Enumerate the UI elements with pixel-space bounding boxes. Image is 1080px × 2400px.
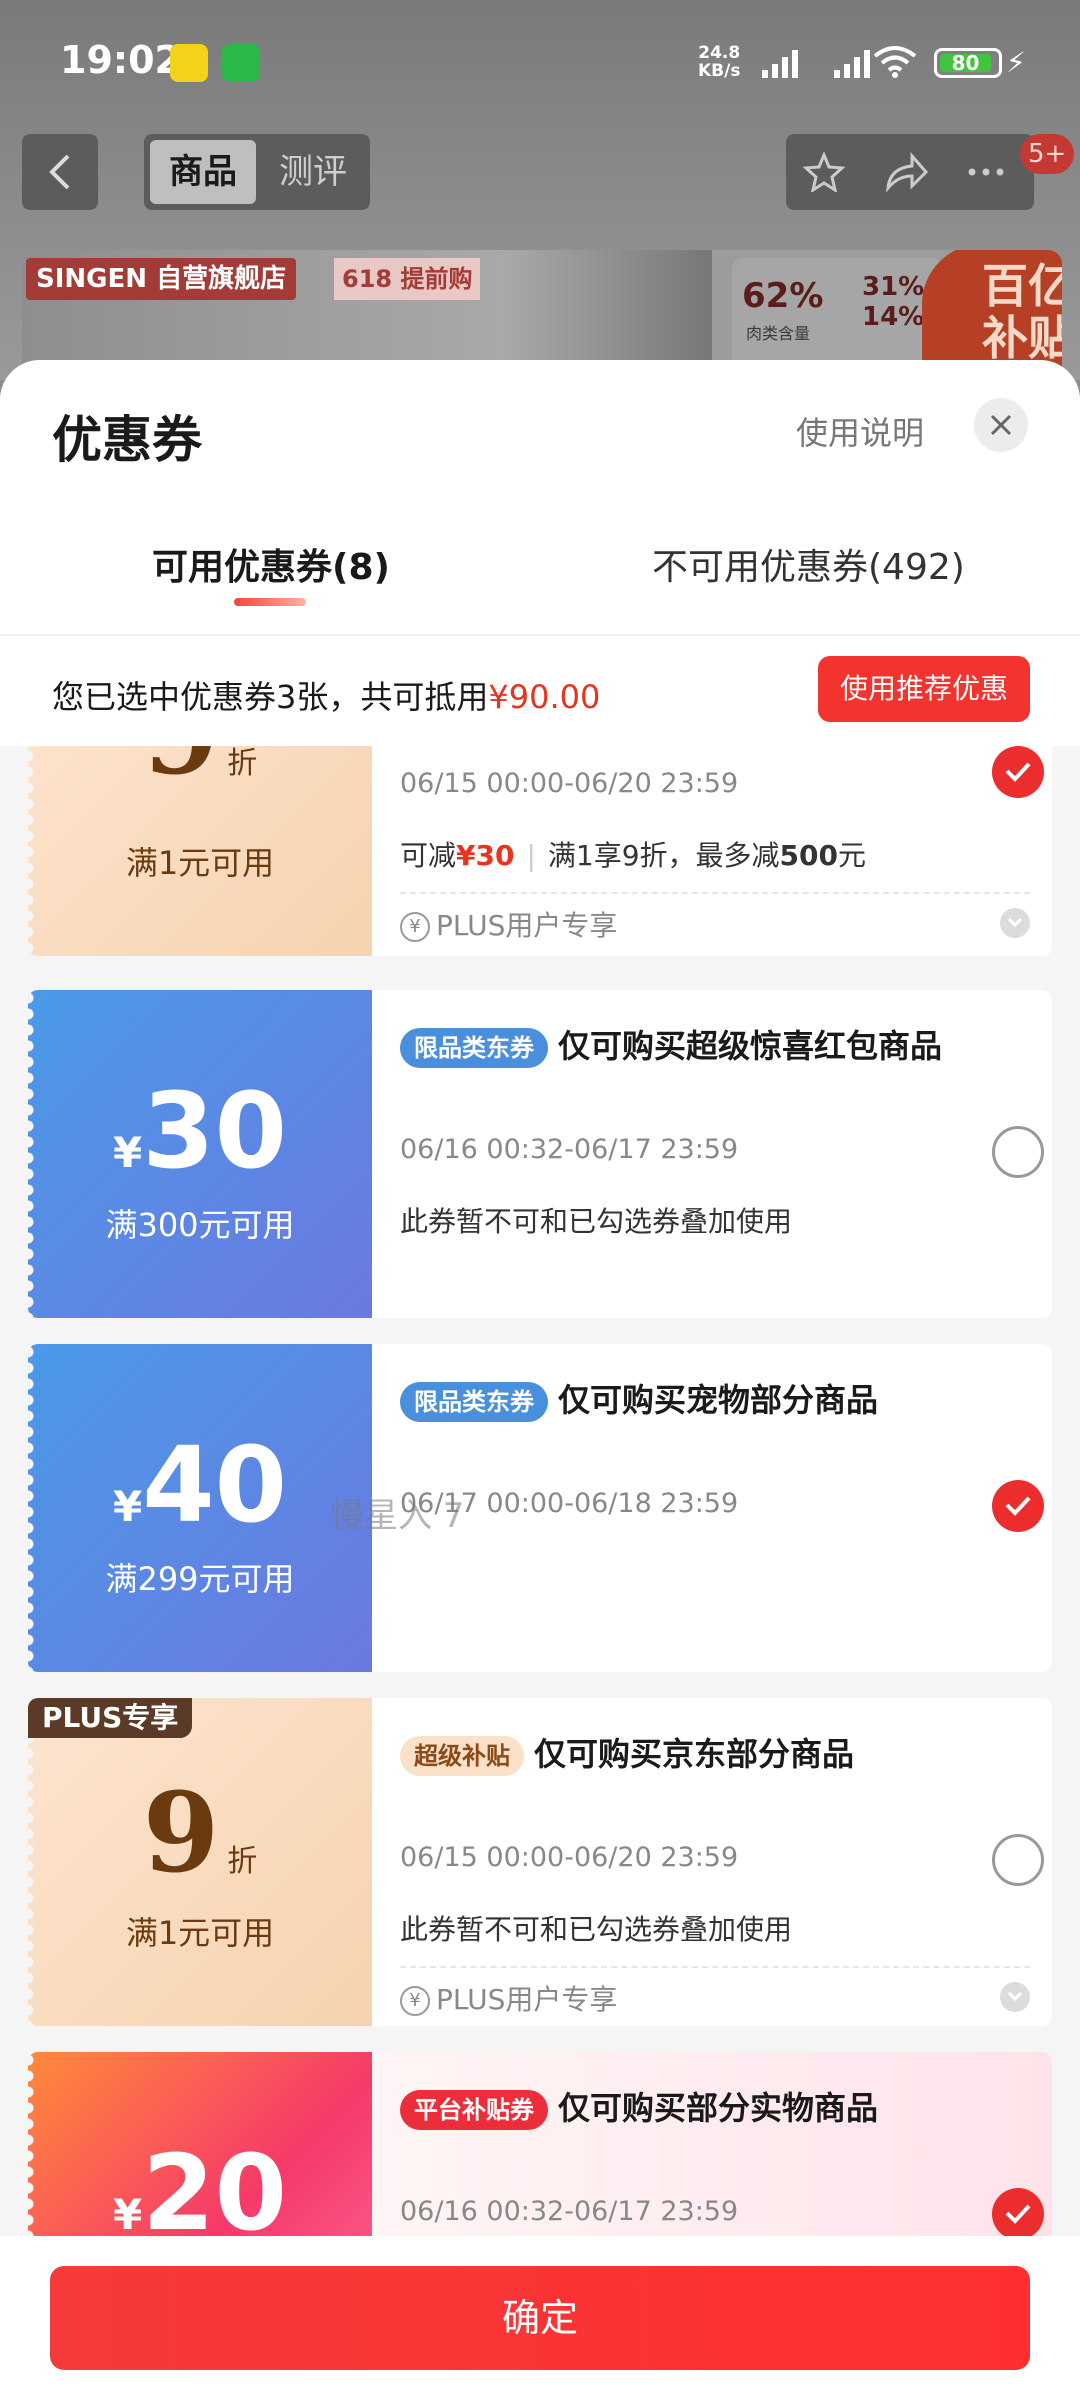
coupon-validity: 06/15 00:00-06/20 23:59 — [400, 1842, 739, 1873]
bottom-bar: 确定 — [0, 2236, 1080, 2400]
nav-actions — [786, 134, 1034, 210]
check-icon — [1005, 762, 1031, 782]
coupon-checkbox-checked[interactable] — [992, 2188, 1044, 2240]
signal-icon — [762, 50, 798, 78]
star-icon[interactable] — [802, 152, 846, 192]
more-icon[interactable] — [964, 152, 1008, 192]
confirm-button[interactable]: 确定 — [50, 2266, 1030, 2370]
coupon-note: 此券暂不可和已勾选券叠加使用 — [400, 1913, 793, 1946]
coupon-sheet: 优惠券 使用说明 可用优惠券(8) 不可用优惠券(492) 您已选中优惠券3张，… — [0, 360, 1080, 2400]
use-recommended-button[interactable]: 使用推荐优惠 — [818, 656, 1030, 722]
coupon-detail: 可减¥30 | 满1享9折，最多减500元 — [400, 839, 867, 872]
coupon-value-panel: 9折 满1元可用 — [28, 746, 372, 956]
message-badge: 5+ — [1020, 134, 1075, 174]
back-icon — [49, 154, 70, 190]
product-tabs: 商品 测评 — [144, 134, 370, 210]
tab-product[interactable]: 商品 — [150, 140, 256, 204]
share-icon[interactable] — [884, 152, 928, 192]
product-page-background: 19:02 24.8 KB/s 80 ⚡ 商品 测评 5+ SINGEN 自营旗… — [0, 0, 1080, 380]
coupon-card[interactable]: ¥30 满300元可用 限品类东券 仅可购买超级惊喜红包商品 06/16 00:3… — [28, 990, 1052, 1318]
coupon-card[interactable]: 9折 满1元可用 06/15 00:00-06/20 23:59 可减¥30|满… — [28, 746, 1052, 956]
coupon-title: 超级补贴 仅可购买京东部分商品 — [400, 1728, 960, 1780]
coupon-validity: 06/15 00:00-06/20 23:59 — [400, 768, 739, 799]
sheet-title: 优惠券 — [52, 411, 202, 469]
watermark: 慢星入 7 — [330, 1496, 465, 1536]
chevron-down-icon[interactable] — [1000, 1982, 1030, 2012]
coupon-validity: 06/16 00:32-06/17 23:59 — [400, 1134, 739, 1165]
active-tab-indicator — [234, 598, 306, 606]
coupon-card[interactable]: PLUS专享 9折 满1元可用 超级补贴 仅可购买京东部分商品 06/15 00:… — [28, 1698, 1052, 2026]
coupon-checkbox-unchecked[interactable] — [992, 1126, 1044, 1178]
tab-available-coupons[interactable]: 可用优惠券(8) — [152, 538, 390, 590]
status-bar: 19:02 24.8 KB/s 80 ⚡ — [0, 0, 1080, 120]
coupon-note: 此券暂不可和已勾选券叠加使用 — [400, 1205, 793, 1238]
promo-label: 618 提前购 — [334, 258, 481, 300]
coupon-checkbox-unchecked[interactable] — [992, 1834, 1044, 1886]
selection-summary: 您已选中优惠券3张，共可抵用¥90.00 使用推荐优惠 — [0, 636, 1080, 746]
coupon-card[interactable]: ¥40 满299元可用 限品类东券 仅可购买宠物部分商品 06/17 00:00-… — [28, 1344, 1052, 1672]
app-notification-icon — [170, 44, 208, 82]
banner-stats: 62% 肉类含量 31% 14% — [732, 258, 942, 368]
coupon-validity: 06/16 00:32-06/17 23:59 — [400, 2196, 739, 2227]
close-button[interactable] — [974, 398, 1028, 452]
wechat-icon — [222, 44, 260, 82]
yen-icon: ¥ — [400, 1986, 430, 2016]
tab-review[interactable]: 测评 — [262, 140, 364, 204]
signal-icon — [834, 50, 870, 78]
coupon-title: 限品类东券 仅可购买超级惊喜红包商品 — [400, 1020, 960, 1072]
back-button[interactable] — [22, 134, 98, 210]
coupon-checkbox-checked[interactable] — [992, 1480, 1044, 1532]
coupon-tag: 平台补贴券 — [400, 2090, 548, 2130]
net-speed: 24.8 KB/s — [698, 43, 741, 81]
status-time: 19:02 — [60, 38, 181, 82]
discount-total: ¥90.00 — [488, 678, 601, 716]
coupon-checkbox-checked[interactable] — [992, 746, 1044, 798]
wifi-icon — [873, 46, 917, 78]
coupon-title: 限品类东券 仅可购买宠物部分商品 — [400, 1374, 960, 1426]
yen-icon: ¥ — [400, 912, 430, 942]
check-icon — [1005, 1496, 1031, 1516]
coupon-title: 平台补贴券 仅可购买部分实物商品 — [400, 2082, 960, 2134]
coupon-value-panel: ¥30 满300元可用 — [28, 990, 372, 1318]
coupon-footer: ¥ PLUS用户专享 — [400, 892, 1030, 944]
chevron-down-icon[interactable] — [1000, 908, 1030, 938]
tab-unavailable-coupons[interactable]: 不可用优惠券(492) — [652, 538, 965, 590]
usage-instructions-link[interactable]: 使用说明 — [796, 408, 924, 454]
coupon-footer: ¥ PLUS用户专享 — [400, 1966, 1030, 2018]
coupon-list: 9折 满1元可用 06/15 00:00-06/20 23:59 可减¥30|满… — [0, 746, 1080, 2270]
coupon-tag: 限品类东券 — [400, 1028, 548, 1068]
brand-label: SINGEN 自营旗舰店 — [26, 258, 297, 300]
plus-exclusive-tag: PLUS专享 — [28, 1698, 193, 1738]
coupon-value-panel: PLUS专享 9折 满1元可用 — [28, 1698, 372, 2026]
charging-icon: ⚡ — [1006, 46, 1026, 79]
coupon-value-panel: ¥40 满299元可用 — [28, 1344, 372, 1672]
sheet-header: 优惠券 使用说明 可用优惠券(8) 不可用优惠券(492) — [0, 360, 1080, 636]
close-icon — [990, 414, 1012, 436]
battery-icon: 80 — [934, 48, 1002, 78]
coupon-tag: 限品类东券 — [400, 1382, 548, 1422]
coupon-tag: 超级补贴 — [400, 1736, 524, 1776]
check-icon — [1005, 2204, 1031, 2224]
